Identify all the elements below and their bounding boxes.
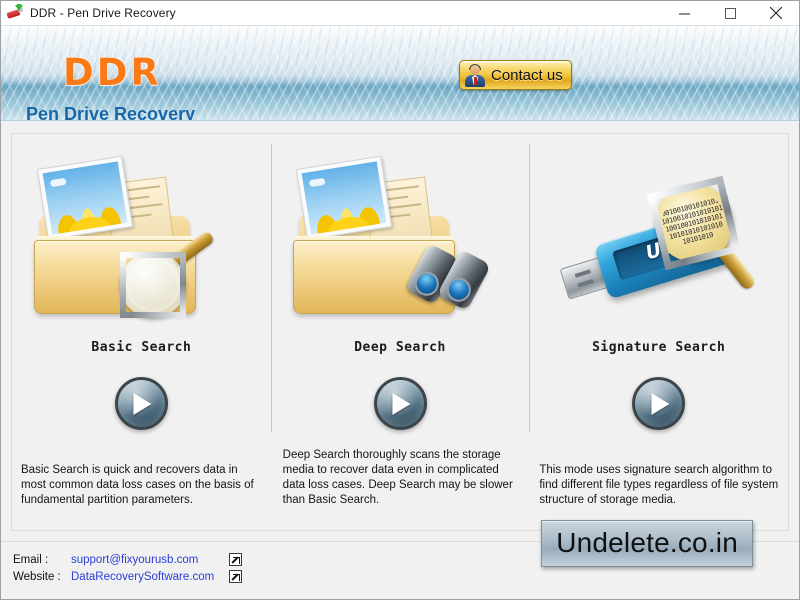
start-signature-search-button[interactable]: [632, 377, 686, 430]
title-bar: DDR - Pen Drive Recovery: [1, 1, 799, 26]
website-row: Website : DataRecoverySoftware.com: [13, 568, 242, 585]
mode-description-signature-search: This mode uses signature search algorith…: [539, 464, 779, 506]
close-icon[interactable]: [753, 1, 799, 26]
footer-bar: Email : support@fixyourusb.com Website :…: [1, 520, 799, 599]
mode-card-deep-search[interactable]: Deep Search Deep Search thoroughly scans…: [270, 134, 530, 530]
user-avatar-icon: [463, 63, 487, 87]
play-icon: [133, 392, 152, 415]
contact-us-label: Contact us: [491, 66, 563, 84]
minimize-icon[interactable]: [661, 1, 707, 26]
mode-label-deep-search: Deep Search: [354, 340, 446, 355]
mode-label-signature-search: Signature Search: [592, 340, 726, 355]
mode-card-basic-search[interactable]: Basic Search Basic Search is quick and r…: [12, 134, 271, 530]
website-link[interactable]: DataRecoverySoftware.com: [71, 571, 214, 583]
external-link-icon[interactable]: [229, 570, 242, 583]
usb-drive-download-icon: [6, 4, 24, 22]
email-label: Email :: [13, 553, 49, 566]
window-title: DDR - Pen Drive Recovery: [30, 6, 176, 20]
binary-magnifier-icon: 001001001010101 1010010101010101 1001001…: [647, 175, 758, 292]
window-controls: [661, 1, 799, 26]
external-link-icon[interactable]: [229, 553, 242, 566]
maximize-icon[interactable]: [707, 1, 753, 26]
contact-details: Email : support@fixyourusb.com Website :…: [13, 551, 242, 585]
mode-description-deep-search: Deep Search thoroughly scans the storage…: [282, 449, 513, 506]
usb-drive-with-binary-magnifier-icon: USB 001001001010101 1010010101010101 100…: [529, 144, 788, 324]
folder-with-photo-and-binoculars-icon: [271, 144, 530, 324]
mode-card-signature-search[interactable]: USB 001001001010101 1010010101010101 100…: [529, 134, 788, 530]
folder-with-photo-and-magnifier-icon: [12, 144, 271, 324]
play-icon: [392, 392, 411, 415]
email-link[interactable]: support@fixyourusb.com: [71, 554, 198, 566]
mode-description-basic-search: Basic Search is quick and recovers data …: [21, 464, 254, 506]
start-deep-search-button[interactable]: [373, 377, 427, 430]
magnifier-icon: [120, 230, 216, 318]
application-window: DDR - Pen Drive Recovery DDR Pen Drive R…: [0, 0, 800, 600]
banner-subtitle: Pen Drive Recovery: [26, 104, 196, 121]
binoculars-icon: [404, 243, 497, 311]
start-basic-search-button[interactable]: [114, 377, 168, 430]
header-banner: DDR Pen Drive Recovery Contact us: [1, 26, 799, 121]
website-label: Website :: [13, 570, 61, 583]
contact-us-button[interactable]: Contact us: [459, 60, 572, 90]
email-row: Email : support@fixyourusb.com: [13, 551, 242, 568]
search-modes-panel: Basic Search Basic Search is quick and r…: [11, 133, 789, 531]
main-content: Basic Search Basic Search is quick and r…: [1, 121, 799, 541]
play-icon: [651, 392, 670, 415]
mode-label-basic-search: Basic Search: [91, 340, 192, 355]
ddr-logo: DDR: [62, 50, 162, 94]
watermark: Undelete.co.in: [541, 520, 753, 567]
